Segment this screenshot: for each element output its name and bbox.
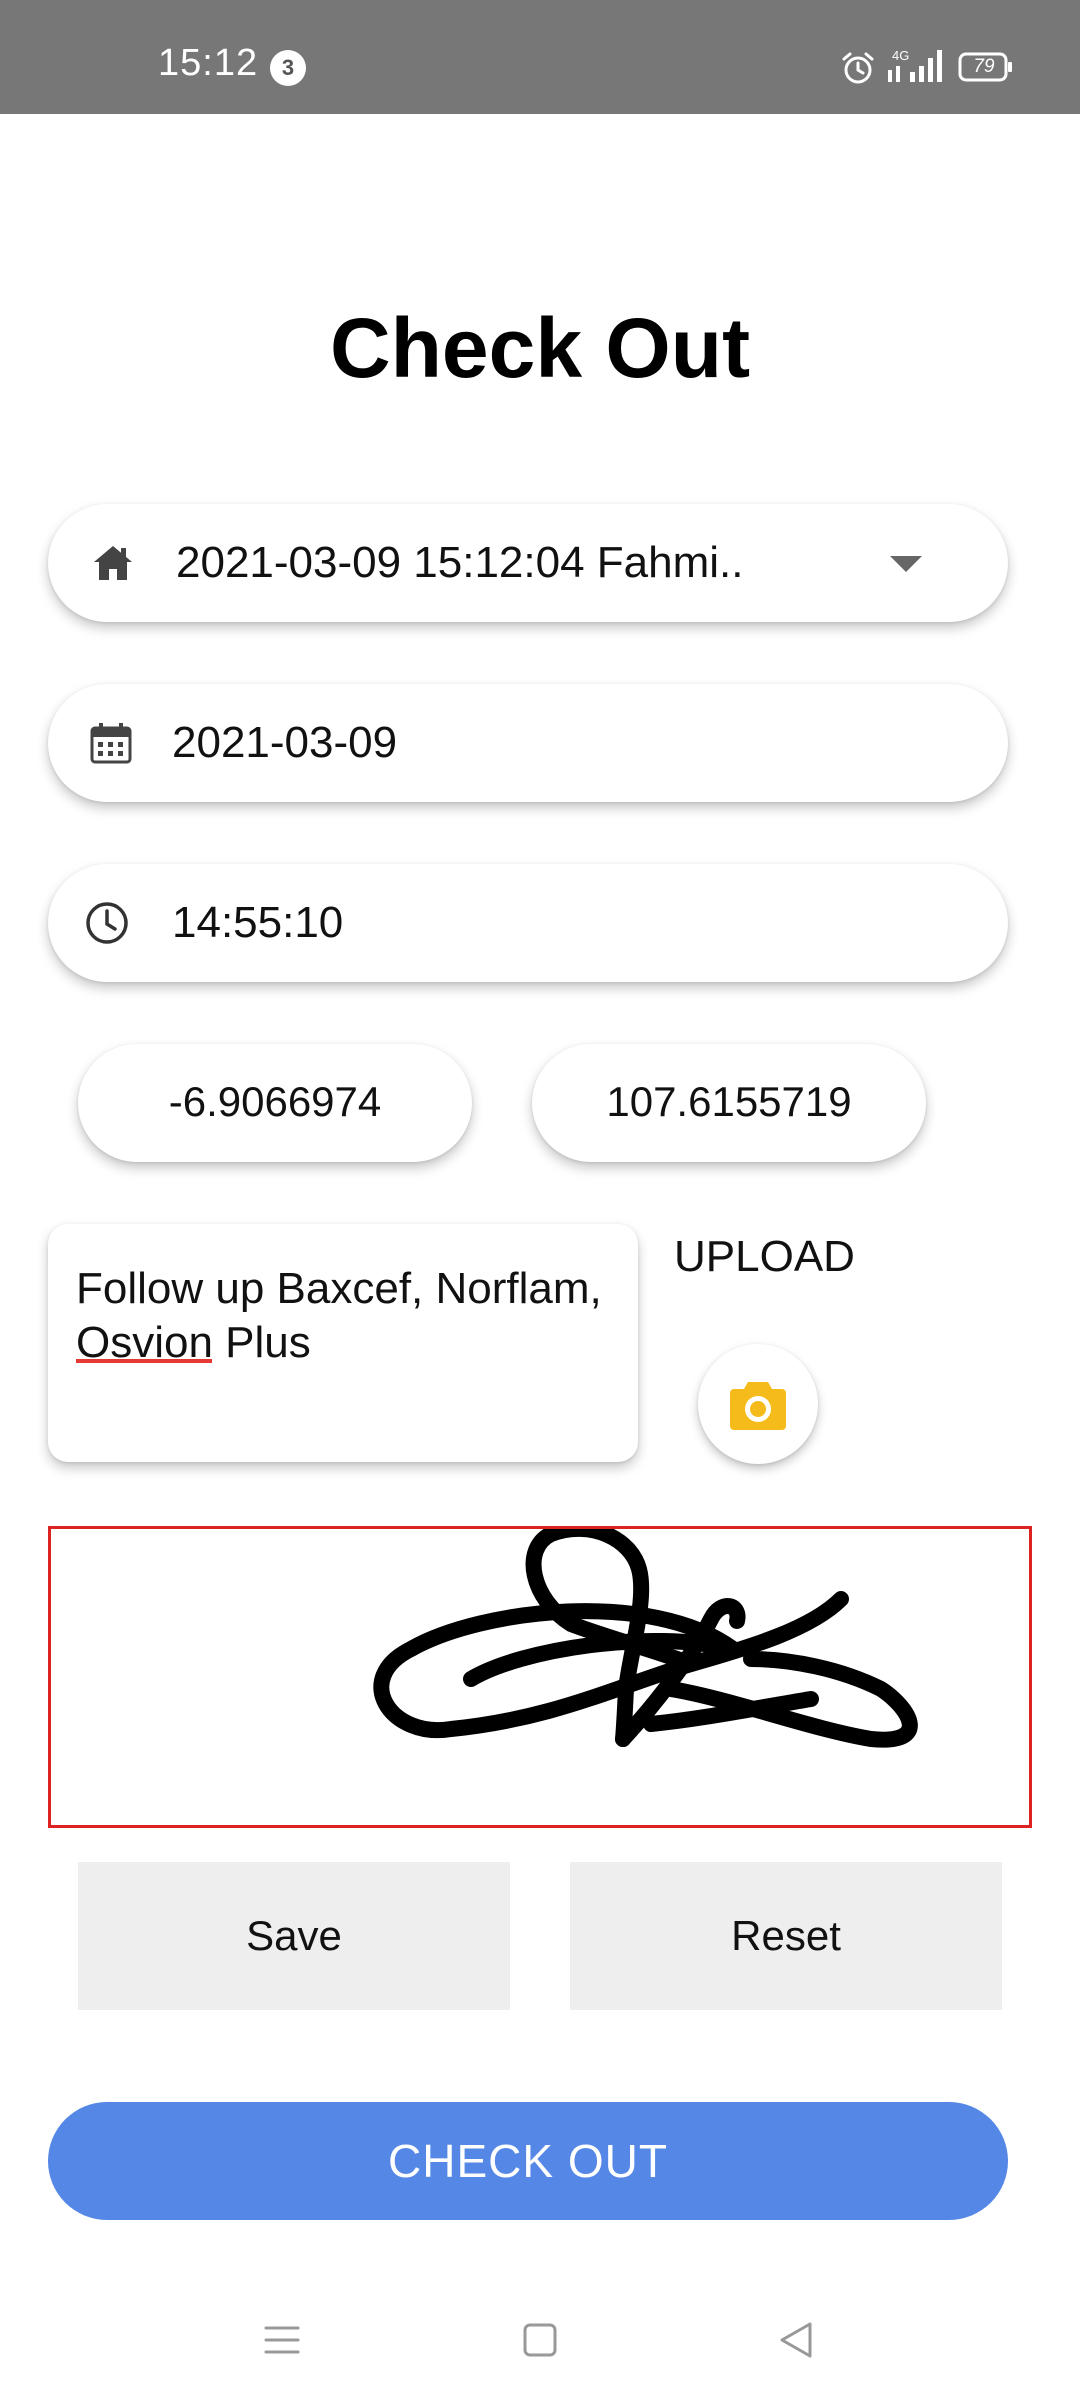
time-value: 14:55:10	[172, 898, 344, 947]
camera-icon	[730, 1382, 786, 1430]
status-time: 15:12	[158, 42, 259, 84]
spellcheck-underline	[76, 1359, 212, 1363]
home-icon	[94, 546, 132, 580]
clock-icon	[86, 902, 128, 944]
navigation-bar	[0, 2280, 1080, 2400]
battery-level: 79	[973, 56, 995, 77]
reset-signature-button[interactable]: Reset	[570, 1862, 1002, 2010]
date-value: 2021-03-09	[172, 718, 398, 767]
camera-button[interactable]	[698, 1344, 818, 1464]
home-square-icon[interactable]	[520, 2320, 560, 2360]
signature-pad[interactable]	[48, 1526, 1032, 1828]
check-out-button[interactable]: CHECK OUT	[48, 2102, 1008, 2220]
signature-drawing	[373, 1529, 918, 1748]
caret-down-icon[interactable]	[888, 554, 924, 574]
page-title: Check Out	[329, 301, 751, 395]
upload-label: UPLOAD	[674, 1232, 855, 1281]
visit-select-value: 2021-03-09 15:12:04 Fahmi..	[176, 538, 744, 587]
back-icon[interactable]	[776, 2320, 816, 2360]
alarm-icon	[842, 52, 874, 84]
visit-select[interactable]: 2021-03-09 15:12:04 Fahmi..	[48, 504, 1008, 622]
notes-input[interactable]: Follow up Baxcef, Norflam, Osvion Plus	[48, 1224, 638, 1462]
time-field[interactable]: 14:55:10	[48, 864, 1008, 982]
status-bar: 15:12 3 4G 79	[0, 0, 1080, 114]
calendar-icon	[90, 723, 132, 764]
longitude-value: 107.6155719	[606, 1078, 852, 1125]
svg-text:4G: 4G	[892, 48, 909, 63]
date-field[interactable]: 2021-03-09	[48, 684, 1008, 802]
signal-icon: 4G	[888, 48, 942, 82]
menu-icon[interactable]	[262, 2320, 302, 2360]
save-signature-button[interactable]: Save	[78, 1862, 510, 2010]
longitude-field[interactable]: 107.6155719	[532, 1044, 926, 1162]
notification-badge: 3	[270, 50, 306, 86]
latitude-field[interactable]: -6.9066974	[78, 1044, 472, 1162]
latitude-value: -6.9066974	[168, 1078, 382, 1125]
notes-text: Follow up Baxcef, Norflam, Osvion Plus	[76, 1264, 602, 1367]
